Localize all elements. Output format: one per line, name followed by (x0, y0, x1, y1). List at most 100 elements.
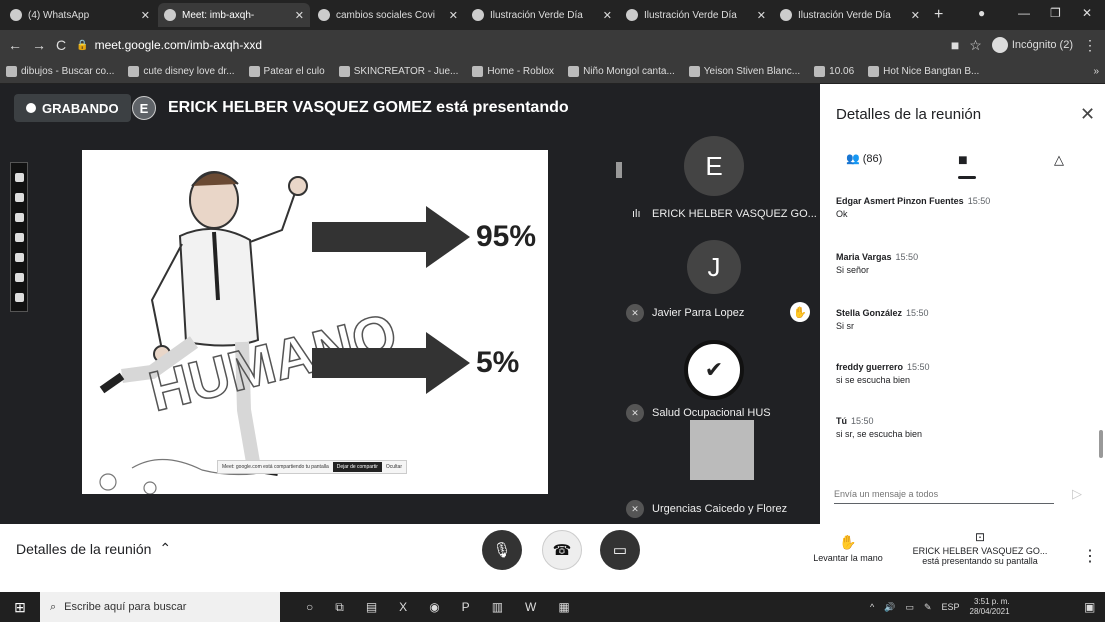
leave-call-button[interactable]: ☎ (542, 530, 582, 570)
whatsapp-icon (10, 9, 22, 21)
meeting-details-panel: Detalles de la reunión ✕ 👥 (86) ■ △ Edga… (820, 84, 1105, 574)
bookmark-item[interactable]: dibujos - Buscar co... (6, 66, 114, 77)
excel-icon[interactable]: X (399, 600, 407, 615)
restore-icon[interactable]: ❐ (1050, 6, 1061, 20)
close-icon[interactable]: ✕ (911, 9, 920, 22)
file-explorer-icon[interactable]: ▤ (366, 600, 377, 615)
record-dot-icon (26, 103, 36, 113)
shapes-icon: △ (1054, 152, 1064, 167)
more-bookmarks-icon[interactable]: » (1093, 66, 1099, 77)
tab-meet[interactable]: Meet: imb-axqh- ✕ (158, 3, 310, 27)
send-icon[interactable]: ▷ (1072, 486, 1082, 502)
network-icon[interactable]: ▭ (905, 602, 914, 613)
windows-start-icon[interactable]: ⊞ (0, 599, 40, 616)
bookmark-item[interactable]: cute disney love dr... (128, 66, 235, 77)
notifications-icon[interactable]: ▣ (1084, 600, 1095, 614)
mic-off-icon: 🎙 (492, 542, 512, 559)
powerpoint-icon[interactable]: P (462, 600, 470, 615)
close-window-icon[interactable]: ✕ (1082, 6, 1092, 20)
circle-tool-icon[interactable] (14, 232, 24, 242)
camera-icon[interactable]: ■ (951, 37, 959, 53)
incognito-badge[interactable]: Incógnito (2) (991, 37, 1073, 53)
close-icon[interactable]: ✕ (757, 9, 766, 22)
new-tab-button[interactable]: + (934, 6, 943, 24)
screen-share-notice: Meet: google.com está compartiendo tu pa… (217, 460, 407, 474)
participant-tile[interactable]: E ılı ERICK HELBER VASQUEZ GO... (612, 136, 818, 232)
tab-ilustracion-1[interactable]: Ilustración Verde Día ✕ (466, 3, 618, 27)
recording-badge: GRABANDO (14, 94, 131, 122)
more-options-icon[interactable]: ⋮ (1082, 546, 1098, 566)
clear-tool-icon[interactable] (14, 292, 24, 302)
pen-icon[interactable]: ✎ (924, 602, 932, 613)
bookmark-item[interactable]: Patear el culo (248, 66, 325, 77)
app-icon[interactable]: ▥ (492, 600, 503, 615)
eraser-tool-icon[interactable] (14, 212, 24, 222)
tab-activities[interactable]: △ (1054, 152, 1064, 168)
url-field[interactable]: 🔒 meet.google.com/imb-axqh-xxd (76, 38, 941, 52)
hide-button[interactable]: Ocultar (386, 464, 402, 470)
marker-tool-icon[interactable] (14, 192, 24, 202)
mic-toggle-button[interactable]: 🎙 (482, 530, 522, 570)
line-tool-icon[interactable] (14, 252, 24, 262)
menu-icon[interactable]: ⋮ (1083, 37, 1097, 54)
raise-hand-button[interactable]: ✋ Levantar la mano (804, 534, 892, 563)
minimize-icon[interactable]: — (1018, 6, 1030, 20)
tab-ilustracion-2[interactable]: Ilustración Verde Día ✕ (620, 3, 772, 27)
star-icon[interactable]: ☆ (969, 37, 982, 54)
reload-icon[interactable]: C (56, 37, 66, 53)
tab-ilustracion-3[interactable]: Ilustración Verde Día ✕ (774, 3, 926, 27)
record-icon[interactable]: ● (978, 6, 985, 20)
pointer-tool-icon[interactable] (14, 272, 24, 282)
meet-stage: GRABANDO E ERICK HELBER VASQUEZ GOMEZ es… (0, 84, 820, 524)
word-icon[interactable]: W (525, 600, 536, 615)
bookmark-item[interactable]: Niño Mongol canta... (568, 66, 675, 77)
chat-message: Edgar Asmert Pinzon Fuentes 15:50 Ok (836, 196, 991, 219)
close-icon[interactable]: ✕ (295, 9, 304, 22)
back-icon[interactable]: ← (8, 37, 22, 53)
clock[interactable]: 3:51 p. m. 28/04/2021 (970, 597, 1010, 617)
participant-tile[interactable]: J ✕ Javier Parra Lopez ✋ (612, 240, 818, 336)
chat-icon: ■ (958, 152, 968, 169)
presenting-indicator[interactable]: ⊡ ERICK HELBER VASQUEZ GO... está presen… (900, 530, 1060, 566)
stop-sharing-button[interactable]: Dejar de compartir (332, 462, 382, 472)
photos-icon[interactable]: ▦ (558, 600, 569, 615)
tab-whatsapp[interactable]: (4) WhatsApp ✕ (4, 3, 156, 27)
active-tab-indicator (958, 176, 976, 179)
chat-scrollbar[interactable] (1099, 430, 1103, 458)
chevron-up-icon[interactable]: ^ (870, 602, 874, 612)
chrome-icon[interactable]: ◉ (429, 600, 439, 615)
chrome-icon (318, 9, 330, 21)
volume-icon[interactable]: 🔊 (884, 602, 895, 613)
close-icon[interactable]: ✕ (449, 9, 458, 22)
tab-cambios[interactable]: cambios sociales Covi ✕ (312, 3, 464, 27)
tab-people[interactable]: 👥 (86) (846, 152, 882, 166)
chat-message-input[interactable] (834, 484, 1054, 504)
camera-toggle-button[interactable]: ▭ (600, 530, 640, 570)
pen-tool-icon[interactable] (14, 172, 24, 182)
cortana-icon[interactable]: ○ (306, 600, 313, 615)
bookmark-icon (128, 66, 140, 77)
bookmark-item[interactable]: SKINCREATOR - Jue... (338, 66, 458, 77)
avatar: E (684, 136, 744, 196)
google-icon (6, 66, 17, 77)
meeting-details-toggle[interactable]: Detalles de la reunión ⌃ (16, 540, 171, 557)
language-indicator[interactable]: ESP (942, 602, 960, 612)
bookmark-icon (338, 66, 350, 77)
present-screen-icon: ⊡ (974, 530, 986, 544)
taskbar-search[interactable]: ⌕ Escribe aquí para buscar (40, 592, 280, 622)
avatar: ✔ (684, 340, 744, 400)
bookmark-item[interactable]: Hot Nice Bangtan B... (868, 66, 979, 77)
task-view-icon[interactable]: ⧉ (335, 600, 344, 615)
facebook-icon (688, 66, 700, 77)
bookmark-icon (868, 66, 880, 77)
participant-tile[interactable]: ✕ Urgencias Caicedo y Florez (612, 420, 818, 520)
tab-chat[interactable]: ■ (958, 152, 968, 170)
bookmark-item[interactable]: Home - Roblox (472, 66, 554, 77)
forward-icon[interactable]: → (32, 37, 46, 53)
bookmark-item[interactable]: Yeison Stiven Blanc... (688, 66, 800, 77)
close-icon[interactable]: ✕ (1080, 104, 1095, 125)
bookmark-item[interactable]: 10.06 (814, 66, 854, 77)
close-icon[interactable]: ✕ (603, 9, 612, 22)
taskbar-apps: ○ ⧉ ▤ X ◉ P ▥ W ▦ (280, 600, 570, 615)
close-icon[interactable]: ✕ (141, 9, 150, 22)
